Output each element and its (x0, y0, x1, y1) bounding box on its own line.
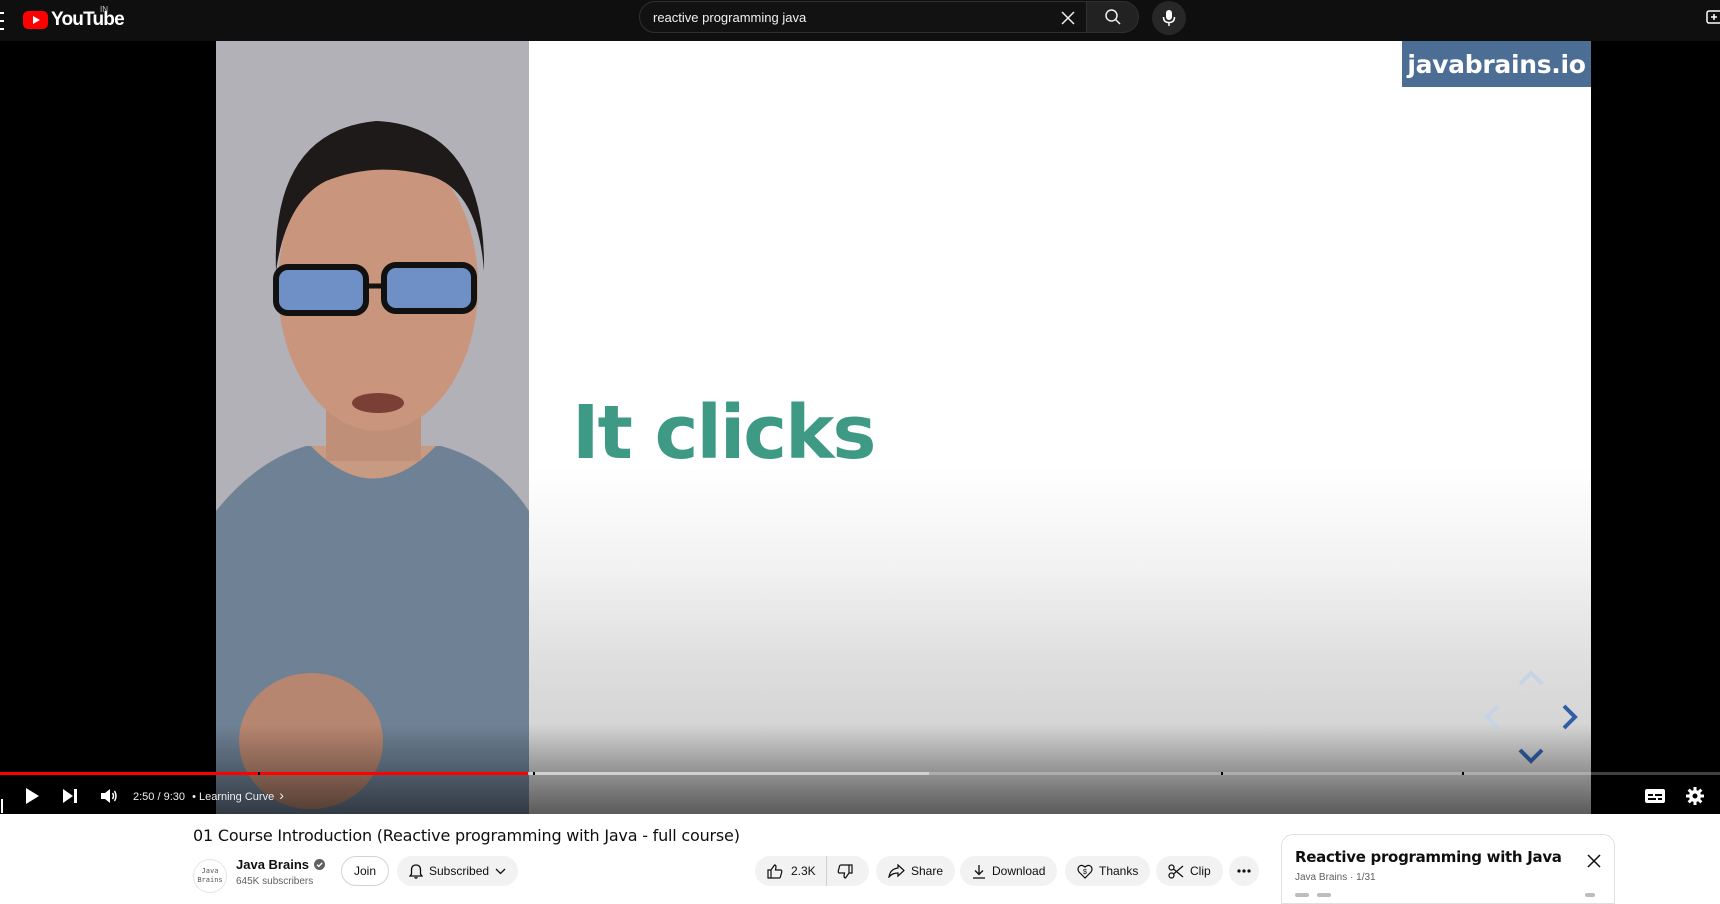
subscribed-button[interactable]: Subscribed (397, 856, 519, 886)
presenter-image (216, 41, 529, 814)
clip-button[interactable]: Clip (1156, 856, 1223, 886)
chapter-marker (533, 772, 535, 775)
chapter-title[interactable]: Learning Curve (199, 791, 274, 803)
share-button[interactable]: Share (876, 856, 956, 886)
watermark: javabrains.io (1402, 41, 1591, 87)
avatar-text-line1: Java (201, 867, 219, 875)
dislike-button[interactable] (827, 856, 863, 886)
playlist-title[interactable]: Reactive programming with Java (1295, 848, 1562, 866)
video-frame[interactable]: javabrains.io It clicks (216, 41, 1591, 814)
join-button[interactable]: Join (341, 856, 390, 886)
settings-button[interactable] (1678, 779, 1712, 813)
scissors-icon (1168, 863, 1184, 879)
avatar[interactable]: Java Brains (193, 859, 227, 893)
slide: javabrains.io It clicks (529, 41, 1591, 814)
clip-label: Clip (1190, 864, 1211, 878)
youtube-play-logo-icon (23, 11, 48, 29)
more-actions-button[interactable] (1229, 856, 1259, 886)
verified-badge-icon (314, 859, 325, 870)
join-label: Join (354, 864, 377, 878)
download-label: Download (992, 864, 1046, 878)
more-horizontal-icon (1237, 869, 1251, 873)
menu-icon[interactable] (0, 12, 4, 30)
search-icon (1104, 9, 1121, 25)
search-input[interactable]: reactive programming java (639, 1, 1087, 33)
subtitles-icon (1645, 789, 1665, 803)
search-query[interactable]: reactive programming java (653, 10, 806, 25)
voice-search-button[interactable] (1152, 1, 1186, 35)
microphone-icon (1162, 10, 1176, 26)
thumbs-down-icon (837, 863, 853, 879)
create-icon[interactable] (1706, 10, 1720, 24)
video-title: 01 Course Introduction (Reactive program… (193, 826, 740, 845)
volume-button[interactable] (92, 779, 126, 813)
thanks-label: Thanks (1099, 864, 1139, 878)
masthead: YouTube IN reactive programming java (0, 0, 1720, 41)
download-icon (973, 864, 985, 879)
share-icon (888, 864, 905, 878)
close-icon[interactable] (1056, 6, 1080, 30)
progress-played (0, 772, 529, 775)
logo-text: YouTube (51, 9, 125, 30)
playlist-meta: Java Brains · 1/31 (1295, 872, 1376, 883)
subscribed-label: Subscribed (429, 864, 490, 878)
previous-button[interactable] (0, 789, 6, 823)
youtube-logo[interactable]: YouTube (23, 8, 125, 32)
volume-icon (101, 789, 117, 803)
download-button[interactable]: Download (960, 856, 1058, 886)
chapter-marker (1462, 772, 1464, 775)
channel-name-text[interactable]: Java Brains (236, 857, 309, 872)
next-icon (63, 789, 77, 803)
gear-icon (1686, 787, 1704, 805)
like-button[interactable]: 2.3K (755, 856, 827, 886)
chevron-right-icon: › (279, 787, 284, 803)
video-player[interactable]: javabrains.io It clicks 2:50 / 9:30 • Le… (0, 41, 1720, 814)
channel-name[interactable]: Java Brains (236, 857, 325, 872)
presenter-video (216, 41, 529, 814)
search-button[interactable] (1087, 1, 1139, 33)
playlist-controls-peek (1295, 892, 1595, 898)
playlist-panel: Reactive programming with Java Java Brai… (1281, 834, 1615, 904)
country-code: IN (100, 5, 108, 14)
thumbs-up-icon (767, 863, 783, 879)
time-text: 2:50 / 9:30 (133, 791, 185, 803)
subtitles-button[interactable] (1638, 779, 1672, 813)
separator-dot: • (192, 791, 196, 803)
subscriber-count: 645K subscribers (236, 876, 314, 887)
progress-bar[interactable] (0, 772, 1720, 775)
thanks-button[interactable]: $ Thanks (1065, 856, 1151, 886)
play-icon (26, 788, 39, 804)
slide-headline: It clicks (572, 390, 876, 476)
next-button[interactable] (53, 779, 87, 813)
avatar-text-line2: Brains (197, 876, 223, 884)
thanks-icon: $ (1077, 864, 1093, 879)
chapter-marker (1221, 772, 1223, 775)
svg-text:$: $ (1083, 869, 1087, 876)
chapter-marker (258, 772, 260, 775)
time-display[interactable]: 2:50 / 9:30 • Learning Curve › (133, 787, 284, 803)
close-icon[interactable] (1582, 849, 1606, 873)
bell-icon (409, 863, 423, 879)
like-dislike-group: 2.3K (755, 856, 869, 886)
play-button[interactable] (15, 779, 49, 813)
like-count: 2.3K (791, 864, 816, 878)
chevron-down-icon (495, 868, 506, 874)
share-label: Share (911, 864, 944, 878)
